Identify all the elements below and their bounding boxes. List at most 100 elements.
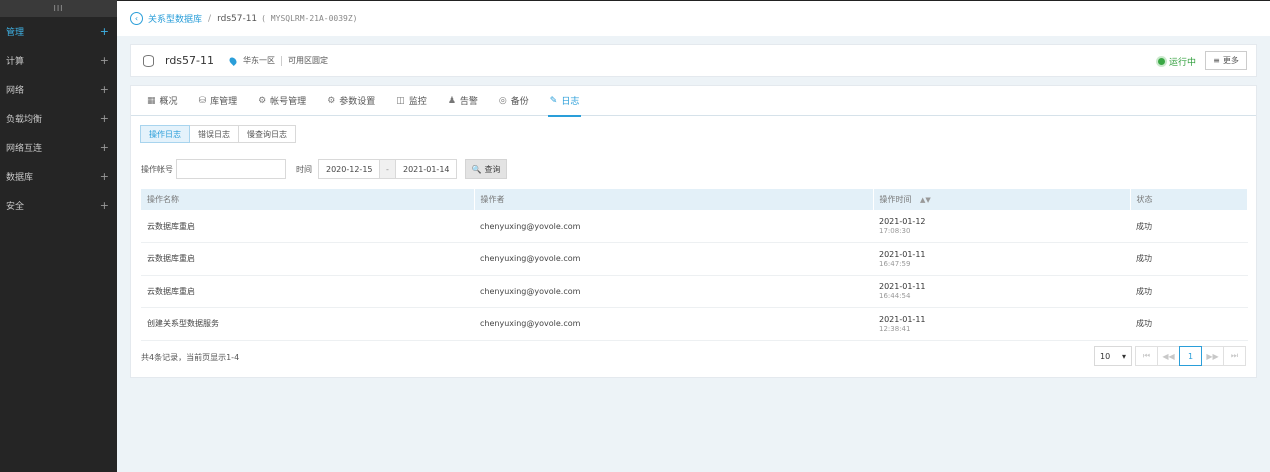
cell-operation-name: 创建关系型数据服务 [141,307,474,341]
account-label: 操作帐号 [141,164,173,174]
sidebar-item-label: 负载均衡 [6,115,43,125]
instance-header: rds57-11 华东一区 可用区圆定 运行中 ≡ 更多 [130,44,1257,77]
cell-date: 2021-01-11 [879,249,926,259]
plus-icon: + [99,170,109,183]
more-button[interactable]: ≡ 更多 [1205,51,1247,70]
page-size-select[interactable]: 10 ▾ [1094,346,1132,366]
sidebar-item-compute[interactable]: 计算 + [0,46,117,75]
tab-db-management[interactable]: ⛁ 库管理 [199,86,238,116]
tab-parameter-settings[interactable]: ⚙ 参数设置 [327,86,375,116]
cell-operation-time: 2021-01-11 16:44:54 [873,275,1130,308]
table-row: 云数据库重启 chenyuxing@yovole.com 2021-01-12 … [141,210,1248,243]
tab-label: 备份 [510,97,529,107]
tab-label: 日志 [561,97,580,107]
cell-date: 2021-01-11 [879,282,926,292]
subtab-error-log[interactable]: 错误日志 [189,125,239,143]
search-button-label: 查询 [484,164,501,174]
start-date-input[interactable]: 2020-12-15 [318,159,380,179]
cell-date: 2021-01-12 [879,217,926,226]
subtab-operation-log[interactable]: 操作日志 [140,125,190,143]
cell-operation-name: 云数据库重启 [141,275,474,308]
prev-page-button[interactable]: ◀◀ [1157,346,1180,366]
monitor-icon: ◫ [396,95,405,106]
search-button[interactable]: 🔍 查询 [465,159,507,179]
database-icon: ⛁ [198,95,207,106]
breadcrumb-separator: / [208,13,212,24]
sidebar-item-load-balancer[interactable]: 负载均衡 + [0,104,117,133]
time-label: 时间 [296,164,312,174]
tab-monitoring[interactable]: ◫ 监控 [396,86,427,116]
database-icon [143,54,154,67]
cell-time: 12:38:41 [879,324,911,333]
last-page-button[interactable]: ⏭ [1223,346,1246,366]
end-date-input[interactable]: 2021-01-14 [395,159,457,179]
cell-time: 16:47:59 [879,259,911,268]
back-icon[interactable]: ‹ [130,12,143,25]
tab-account-management[interactable]: ⚙ 帐号管理 [258,86,306,116]
column-header-label: 操作时间 [879,195,912,204]
operation-log-table: 操作名称 操作者 操作时间 ▲▼ 状态 云数据库重启 chenyuxing@yo… [141,189,1248,341]
tab-overview[interactable]: ▦ 概况 [147,86,178,116]
sidebar-item-label: 计算 [6,57,25,67]
cell-operation-time: 2021-01-11 16:47:59 [873,242,1130,276]
breadcrumb-current: rds57-11 [217,13,258,24]
sidebar-item-label: 数据库 [6,173,34,183]
chevron-down-icon: ▾ [1121,351,1126,361]
column-header-operator: 操作者 [474,189,874,210]
gear-icon: ⚙ [327,95,336,106]
cell-status: 成功 [1130,275,1248,308]
tab-label: 监控 [408,97,427,107]
tab-label: 库管理 [210,97,238,107]
tab-backup[interactable]: ◎ 备份 [499,86,529,116]
next-page-button[interactable]: ▶▶ [1201,346,1224,366]
sidebar-item-database[interactable]: 数据库 + [0,162,117,191]
date-range-separator: - [380,159,395,179]
tab-alerts[interactable]: ♟ 告警 [448,86,478,116]
sort-icon[interactable]: ▲▼ [920,196,931,204]
log-type-tabs: 操作日志 错误日志 慢查询日志 [140,125,296,143]
tab-label: 概况 [159,97,178,107]
filter-bar: 操作帐号 时间 2020-12-15 - 2021-01-14 🔍 查询 [141,159,507,179]
cell-status: 成功 [1130,242,1248,276]
location-pin-icon [228,55,238,66]
tab-label: 帐号管理 [270,97,307,107]
sidebar-item-interconnect[interactable]: 网络互连 + [0,133,117,162]
breadcrumb: ‹ 关系型数据库 / rds57-11 ( MYSQLRM-21A-0039Z) [117,0,1270,36]
breadcrumb-parent-link[interactable]: 关系型数据库 [148,12,202,25]
pagination: 10 ▾ ⏮ ◀◀ 1 ▶▶ ⏭ [1094,346,1246,366]
subtab-slow-query-log[interactable]: 慢查询日志 [238,125,296,143]
account-input[interactable] [176,159,286,179]
table-row: 云数据库重启 chenyuxing@yovole.com 2021-01-11 … [141,275,1248,308]
sidebar-item-label: 安全 [6,202,25,212]
cell-operator: chenyuxing@yovole.com [474,275,873,308]
plus-icon: + [99,112,109,125]
cell-time: 16:44:54 [879,292,911,301]
breadcrumb-instance-id: ( MYSQLRM-21A-0039Z) [261,14,358,23]
column-header-status: 状态 [1130,189,1248,210]
divider [281,55,283,66]
instance-region: 华东一区 [243,56,276,65]
instance-zone: 可用区圆定 [288,56,329,65]
plus-icon: + [99,83,109,96]
main-panel: ▦ 概况 ⛁ 库管理 ⚙ 帐号管理 ⚙ 参数设置 ◫ 监控 ♟ 告警 ◎ 备份 … [130,85,1257,378]
table-row: 创建关系型数据服务 chenyuxing@yovole.com 2021-01-… [141,307,1248,341]
sidebar-item-security[interactable]: 安全 + [0,191,117,220]
cell-operation-name: 云数据库重启 [141,210,474,243]
tab-logs[interactable]: ✎ 日志 [547,86,581,117]
first-page-button[interactable]: ⏮ [1135,346,1158,366]
tab-label: 参数设置 [339,97,376,107]
plus-icon: + [99,199,109,212]
plus-icon: + [99,54,109,67]
status-badge: 运行中 [1157,55,1196,68]
sidebar-toggle[interactable]: III [0,0,117,17]
column-header-operation-name: 操作名称 [141,189,475,210]
sidebar-item-network[interactable]: 网络 + [0,75,117,104]
page-number-button[interactable]: 1 [1179,346,1202,366]
status-text: 运行中 [1168,58,1196,68]
cell-operation-name: 云数据库重启 [141,242,474,276]
column-header-operation-time[interactable]: 操作时间 ▲▼ [873,189,1131,210]
more-button-label: 更多 [1222,56,1239,65]
sidebar-item-management[interactable]: 管理 + [0,17,117,46]
backup-icon: ◎ [498,95,507,106]
cell-status: 成功 [1130,210,1248,243]
